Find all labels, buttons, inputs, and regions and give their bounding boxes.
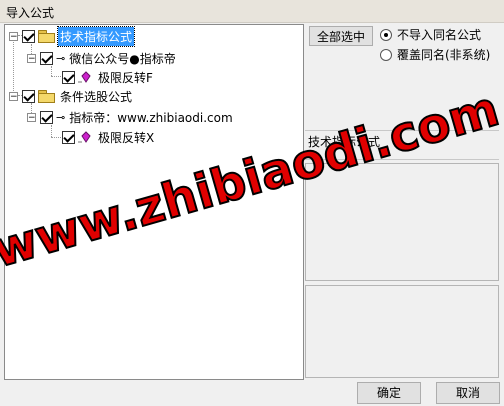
radio-button[interactable] — [380, 48, 392, 61]
tree-node-label: 微信公众号●指标帝 — [69, 51, 176, 66]
collapse-toggle[interactable]: − — [9, 91, 18, 101]
tree-node-technical[interactable]: − 技术指标公式 — [9, 25, 136, 47]
cancel-button[interactable]: 取消 — [436, 382, 500, 404]
collapse-toggle[interactable]: − — [9, 31, 18, 41]
formula-description-panel[interactable] — [305, 163, 499, 281]
title-bar: 导入公式 — [0, 0, 504, 23]
checkbox[interactable] — [40, 110, 53, 124]
tree-node-label: 极限反转X — [98, 130, 155, 145]
checkbox[interactable] — [40, 51, 53, 65]
window-title: 导入公式 — [6, 6, 55, 20]
tree-node-formula-f[interactable]: 极限反转F — [62, 68, 155, 86]
tree-node-zhibiaodi[interactable]: − ⊸ 指标帝：www.zhibiaodi.com — [27, 108, 235, 126]
collapse-toggle[interactable]: − — [27, 112, 36, 122]
tree-node-wechat[interactable]: − ⊸ 微信公众号●指标帝 — [27, 49, 178, 67]
key-icon: ⊸ — [56, 51, 65, 65]
formula-icon — [78, 131, 92, 143]
tree-node-formula-x[interactable]: 极限反转X — [62, 128, 156, 146]
tree-node-label: 极限反转F — [98, 70, 153, 85]
checkbox[interactable] — [62, 70, 75, 84]
tree-line — [51, 66, 52, 76]
tree-node-screening[interactable]: − 条件选股公式 — [9, 87, 134, 105]
radio-button[interactable] — [380, 28, 392, 41]
collapse-toggle[interactable]: − — [27, 53, 36, 63]
tree-node-label: 指标帝：www.zhibiaodi.com — [69, 110, 233, 125]
ok-button[interactable]: 确定 — [357, 382, 421, 404]
tree-node-label: 条件选股公式 — [60, 89, 133, 104]
tree-line — [51, 137, 61, 138]
formula-detail-panel[interactable] — [305, 285, 499, 378]
type-row — [305, 130, 499, 160]
folder-icon — [38, 30, 55, 43]
radio-no-import[interactable]: 不导入同名公式 — [380, 26, 481, 43]
key-icon: ⊸ — [56, 110, 65, 124]
checkbox[interactable] — [62, 130, 75, 144]
select-all-button[interactable]: 全部选中 — [309, 26, 373, 46]
checkbox[interactable] — [22, 89, 35, 103]
radio-label: 覆盖同名(非系统) — [397, 48, 491, 62]
radio-label: 不导入同名公式 — [397, 28, 482, 42]
tree-node-label: 技术指标公式 — [56, 25, 136, 47]
tree-line — [51, 125, 52, 137]
formula-tree[interactable]: − 技术指标公式 − ⊸ 微信公众号●指标帝 极限反转F − 条件选股公式 − … — [4, 24, 304, 380]
checkbox[interactable] — [22, 29, 35, 43]
formula-icon — [78, 71, 92, 83]
folder-icon — [38, 90, 55, 103]
radio-overwrite[interactable]: 覆盖同名(非系统) — [380, 46, 490, 63]
tree-line — [51, 76, 61, 77]
